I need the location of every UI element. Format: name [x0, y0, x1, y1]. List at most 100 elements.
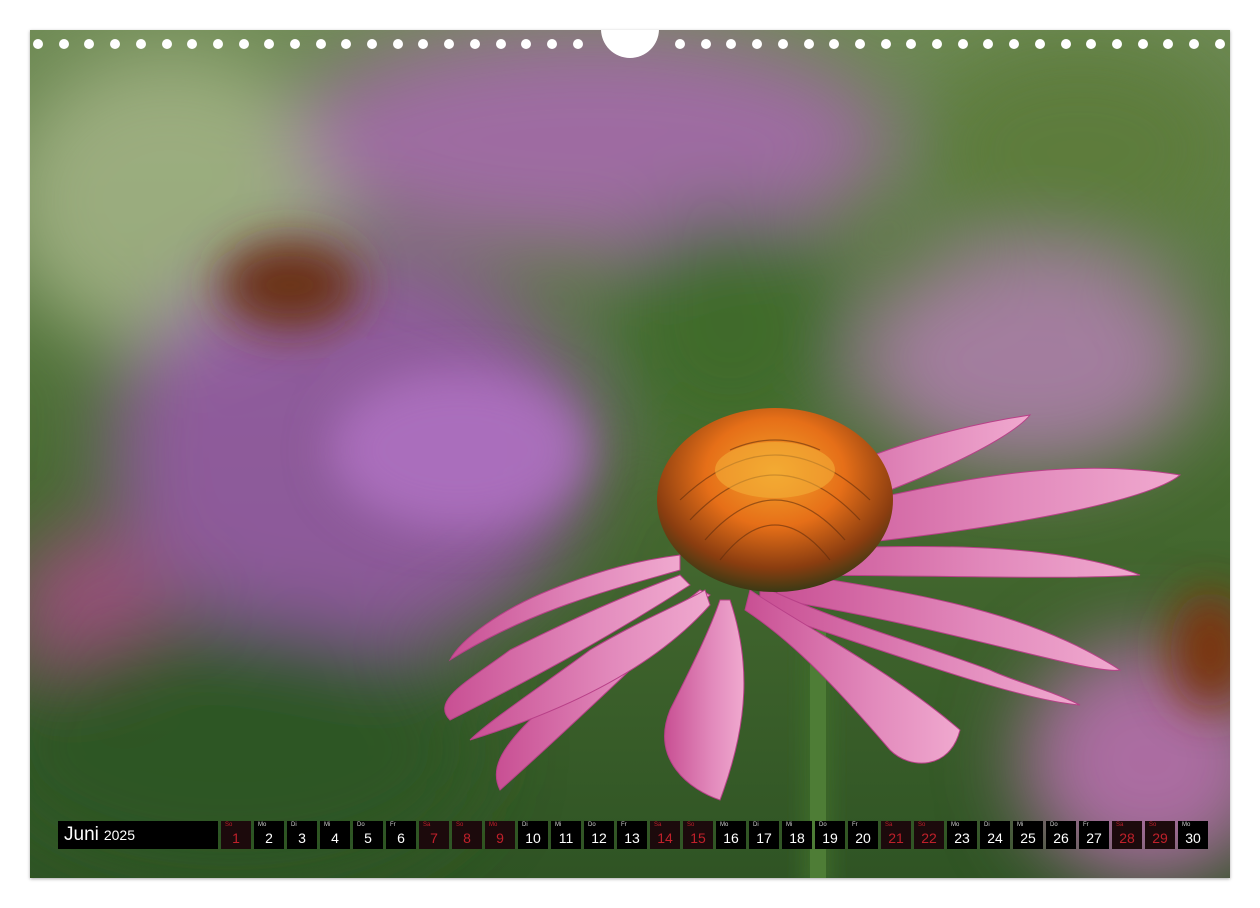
- day-of-week: Fr: [1083, 822, 1089, 828]
- day-cell: Mo 2: [254, 821, 284, 849]
- day-of-week: Mi: [555, 822, 562, 828]
- binding-hole-icon: [187, 39, 197, 49]
- day-cell: Sa 21: [881, 821, 911, 849]
- binding-hole-icon: [1009, 39, 1019, 49]
- day-number: 6: [397, 830, 405, 846]
- day-of-week: So: [687, 822, 695, 828]
- day-number: 16: [723, 830, 739, 846]
- binding-hole-icon: [239, 39, 249, 49]
- hanger-notch-icon: [601, 30, 659, 58]
- binding-hole-icon: [881, 39, 891, 49]
- day-of-week: So: [1149, 822, 1157, 828]
- day-number: 4: [331, 830, 339, 846]
- binding-hole-icon: [958, 39, 968, 49]
- day-of-week: Sa: [1116, 822, 1124, 828]
- binding-hole-icon: [752, 39, 762, 49]
- day-cell: Di 17: [749, 821, 779, 849]
- binding-hole-icon: [290, 39, 300, 49]
- day-cell: Mo 30: [1178, 821, 1208, 849]
- binding-hole-icon: [470, 39, 480, 49]
- day-of-week: Sa: [885, 822, 893, 828]
- binding-hole-icon: [393, 39, 403, 49]
- day-cell: Fr 20: [848, 821, 878, 849]
- day-number: 3: [298, 830, 306, 846]
- day-of-week: Di: [291, 822, 297, 828]
- day-cells: So 1 Mo 2 Di 3 Mi 4 Do 5 Fr 6 Sa 7 So 8 Mo 9 Di 10 Mi 11 Do 12 F…: [221, 821, 1211, 849]
- day-of-week: So: [918, 822, 926, 828]
- binding-hole-icon: [418, 39, 428, 49]
- day-number: 18: [789, 830, 805, 846]
- binding-hole-icon: [932, 39, 942, 49]
- day-of-week: Mo: [1182, 822, 1191, 828]
- day-of-week: So: [225, 822, 233, 828]
- day-of-week: Mo: [951, 822, 960, 828]
- binding-hole-icon: [521, 39, 531, 49]
- day-number: 21: [888, 830, 904, 846]
- day-cell: Do 12: [584, 821, 614, 849]
- day-number: 22: [921, 830, 937, 846]
- binding-hole-icon: [1138, 39, 1148, 49]
- day-number: 5: [364, 830, 372, 846]
- binding-hole-icon: [264, 39, 274, 49]
- binding-hole-icon: [1189, 39, 1199, 49]
- binding-hole-icon: [778, 39, 788, 49]
- day-cell: So 29: [1145, 821, 1175, 849]
- day-number: 25: [1020, 830, 1036, 846]
- day-cell: Do 5: [353, 821, 383, 849]
- day-of-week: Do: [819, 822, 827, 828]
- day-of-week: Mo: [489, 822, 498, 828]
- binding-hole-icon: [547, 39, 557, 49]
- day-of-week: Di: [753, 822, 759, 828]
- calendar-page: Juni 2025 So 1 Mo 2 Di 3 Mi 4 Do 5 Fr 6 Sa 7 So 8 Mo 9 Di 1…: [30, 30, 1230, 878]
- binding-hole-icon: [675, 39, 685, 49]
- day-of-week: Di: [984, 822, 990, 828]
- binding-hole-icon: [162, 39, 172, 49]
- day-cell: Di 3: [287, 821, 317, 849]
- day-cell: Mo 9: [485, 821, 515, 849]
- day-cell: Sa 14: [650, 821, 680, 849]
- binding-hole-icon: [341, 39, 351, 49]
- day-number: 11: [558, 830, 574, 846]
- day-cell: Mi 4: [320, 821, 350, 849]
- day-number: 24: [987, 830, 1003, 846]
- day-number: 26: [1053, 830, 1069, 846]
- day-number: 13: [624, 830, 640, 846]
- day-cell: Fr 27: [1079, 821, 1109, 849]
- day-of-week: Fr: [852, 822, 858, 828]
- day-of-week: Do: [357, 822, 365, 828]
- day-number: 15: [690, 830, 706, 846]
- month-name: Juni: [64, 824, 99, 845]
- day-cell: So 8: [452, 821, 482, 849]
- binding-hole-icon: [84, 39, 94, 49]
- binding-hole-icon: [110, 39, 120, 49]
- day-of-week: Mi: [1017, 822, 1024, 828]
- day-cell: Sa 7: [419, 821, 449, 849]
- day-of-week: Fr: [390, 822, 396, 828]
- day-cell: Mi 25: [1013, 821, 1043, 849]
- binding-hole-icon: [1112, 39, 1122, 49]
- coneflower-photo: [30, 30, 1230, 878]
- day-cell: Mi 18: [782, 821, 812, 849]
- spiral-binding: [30, 30, 1230, 60]
- day-number: 1: [232, 830, 240, 846]
- day-of-week: Mi: [324, 822, 331, 828]
- binding-hole-icon: [829, 39, 839, 49]
- day-number: 23: [954, 830, 970, 846]
- day-number: 9: [496, 830, 504, 846]
- day-cell: Fr 13: [617, 821, 647, 849]
- binding-hole-icon: [136, 39, 146, 49]
- day-cell: Mo 23: [947, 821, 977, 849]
- day-number: 14: [657, 830, 673, 846]
- day-number: 19: [822, 830, 838, 846]
- binding-hole-icon: [59, 39, 69, 49]
- day-number: 27: [1086, 830, 1102, 846]
- binding-hole-icon: [1061, 39, 1071, 49]
- binding-hole-icon: [1035, 39, 1045, 49]
- day-number: 10: [525, 830, 541, 846]
- binding-hole-icon: [701, 39, 711, 49]
- binding-hole-icon: [496, 39, 506, 49]
- day-cell: So 1: [221, 821, 251, 849]
- day-of-week: Mo: [258, 822, 267, 828]
- day-number: 7: [430, 830, 438, 846]
- day-of-week: Fr: [621, 822, 627, 828]
